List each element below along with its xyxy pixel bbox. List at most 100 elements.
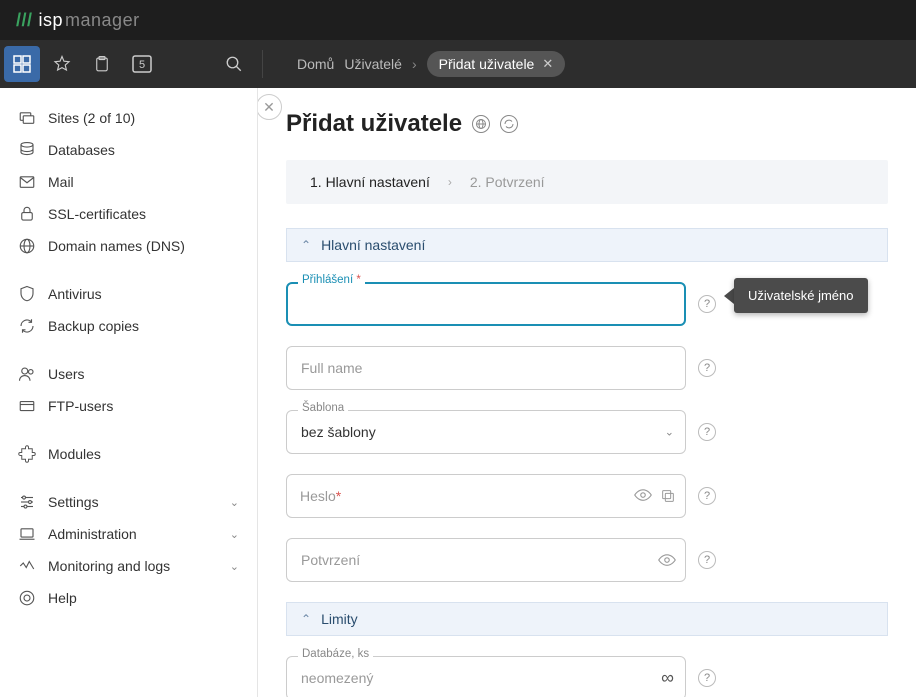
help-template[interactable]: ?: [698, 423, 716, 441]
chevron-right-icon: ›: [412, 56, 417, 72]
sidebar-item-mail[interactable]: Mail: [10, 166, 247, 198]
chevron-down-icon: ⌄: [665, 426, 674, 439]
layout: Sites (2 of 10) Databases Mail SSL-certi…: [0, 88, 916, 697]
row-fullname: ?: [286, 346, 888, 390]
breadcrumb: Domů Uživatelé › Přidat uživatele ✕: [297, 51, 565, 77]
breadcrumb-tab-label: Přidat uživatele: [439, 56, 535, 72]
toolbar-left: 5: [0, 46, 160, 82]
login-input[interactable]: [302, 296, 670, 312]
clipboard-icon: [93, 55, 111, 73]
help-password[interactable]: ?: [698, 487, 716, 505]
sidebar-item-label: Backup copies: [48, 318, 139, 334]
help-db[interactable]: ?: [698, 669, 716, 687]
sidebar-item-help[interactable]: Help: [10, 582, 247, 614]
refresh-icon: [18, 317, 36, 335]
globe-small-icon[interactable]: [472, 115, 490, 133]
db-input[interactable]: [301, 670, 671, 686]
section-title: Limity: [321, 611, 358, 627]
confirm-input[interactable]: [301, 552, 671, 568]
password-actions: [634, 488, 676, 504]
close-tab-icon[interactable]: ✕: [542, 56, 553, 72]
db-field-wrap: ∞: [286, 656, 686, 697]
logo: /// ispmanager: [16, 10, 140, 31]
sidebar-item-backup[interactable]: Backup copies: [10, 310, 247, 342]
sidebar-item-administration[interactable]: Administration ⌄: [10, 518, 247, 550]
sidebar-item-label: Domain names (DNS): [48, 238, 185, 254]
login-field-wrap: [286, 282, 686, 326]
breadcrumb-tab[interactable]: Přidat uživatele ✕: [427, 51, 566, 77]
row-password: Heslo* ?: [286, 474, 888, 518]
ftp-icon: [18, 397, 36, 415]
sidebar-item-modules[interactable]: Modules: [10, 438, 247, 470]
sidebar-item-label: FTP-users: [48, 398, 113, 414]
eye-icon[interactable]: [634, 488, 652, 504]
sidebar-item-monitoring[interactable]: Monitoring and logs ⌄: [10, 550, 247, 582]
sidebar-item-users[interactable]: Users: [10, 358, 247, 390]
page-title: Přidat uživatele: [286, 110, 888, 138]
main-content: ✕ Přidat uživatele 1. Hlavní nastavení ›…: [258, 88, 916, 697]
section-main-header[interactable]: ⌃ Hlavní nastavení: [286, 228, 888, 262]
page-title-text: Přidat uživatele: [286, 110, 462, 138]
sites-icon: [18, 109, 36, 127]
sidebar: Sites (2 of 10) Databases Mail SSL-certi…: [0, 88, 258, 697]
help-icon: [18, 589, 36, 607]
shield-icon: [18, 285, 36, 303]
clipboard-button[interactable]: [84, 46, 120, 82]
sidebar-item-ssl[interactable]: SSL-certificates: [10, 198, 247, 230]
sidebar-item-label: Users: [48, 366, 85, 382]
template-select[interactable]: bez šablony ⌄: [286, 410, 686, 454]
infinity-icon[interactable]: ∞: [661, 668, 674, 689]
search-button[interactable]: [216, 46, 252, 82]
sidebar-item-label: Help: [48, 590, 77, 606]
laptop-icon: [18, 525, 36, 543]
mail-icon: [18, 173, 36, 191]
breadcrumb-users[interactable]: Uživatelé: [344, 56, 402, 72]
login-label: Přihlášení *: [298, 274, 365, 286]
close-page-button[interactable]: ✕: [258, 94, 282, 120]
row-template: Šablona bez šablony ⌄ ?: [286, 410, 888, 454]
sidebar-item-label: Mail: [48, 174, 74, 190]
step-1[interactable]: 1. Hlavní nastavení: [310, 174, 430, 190]
section-limits-header[interactable]: ⌃ Limity: [286, 602, 888, 636]
eye-icon[interactable]: [658, 553, 676, 567]
section-title: Hlavní nastavení: [321, 237, 425, 253]
chevron-up-icon: ⌃: [301, 612, 311, 626]
dashboard-icon: [13, 55, 31, 73]
help-login[interactable]: ?: [698, 295, 716, 313]
password-input[interactable]: [301, 488, 621, 504]
refresh-small-icon[interactable]: [500, 115, 518, 133]
sidebar-item-ftp[interactable]: FTP-users: [10, 390, 247, 422]
svg-text:5: 5: [139, 59, 145, 71]
database-icon: [18, 141, 36, 159]
fullname-input[interactable]: [301, 360, 671, 376]
tooltip-arrow: [724, 288, 734, 304]
sidebar-item-label: Monitoring and logs: [48, 558, 170, 574]
tooltip-text: Uživatelské jméno: [734, 278, 868, 313]
help-fullname[interactable]: ?: [698, 359, 716, 377]
copy-icon[interactable]: [660, 488, 676, 504]
toolbar: 5 Domů Uživatelé › Přidat uživatele ✕: [0, 40, 916, 88]
globe-icon: [18, 237, 36, 255]
app-header: /// ispmanager: [0, 0, 916, 40]
steps: 1. Hlavní nastavení › 2. Potvrzení: [286, 160, 888, 204]
close-icon: ✕: [263, 99, 275, 116]
confirm-field-wrap: [286, 538, 686, 582]
sidebar-item-databases[interactable]: Databases: [10, 134, 247, 166]
counter-icon: 5: [132, 55, 152, 73]
confirm-actions: [658, 553, 676, 567]
star-button[interactable]: [44, 46, 80, 82]
breadcrumb-home[interactable]: Domů: [297, 56, 334, 72]
sidebar-item-label: SSL-certificates: [48, 206, 146, 222]
logo-text-manager: manager: [65, 10, 140, 31]
sidebar-item-dns[interactable]: Domain names (DNS): [10, 230, 247, 262]
chevron-down-icon: ⌄: [230, 560, 239, 573]
sidebar-item-sites[interactable]: Sites (2 of 10): [10, 102, 247, 134]
sidebar-item-antivirus[interactable]: Antivirus: [10, 278, 247, 310]
puzzle-icon: [18, 445, 36, 463]
counter-button[interactable]: 5: [124, 46, 160, 82]
lock-icon: [18, 205, 36, 223]
sidebar-item-settings[interactable]: Settings ⌄: [10, 486, 247, 518]
dashboard-button[interactable]: [4, 46, 40, 82]
help-confirm[interactable]: ?: [698, 551, 716, 569]
step-2[interactable]: 2. Potvrzení: [470, 174, 545, 190]
